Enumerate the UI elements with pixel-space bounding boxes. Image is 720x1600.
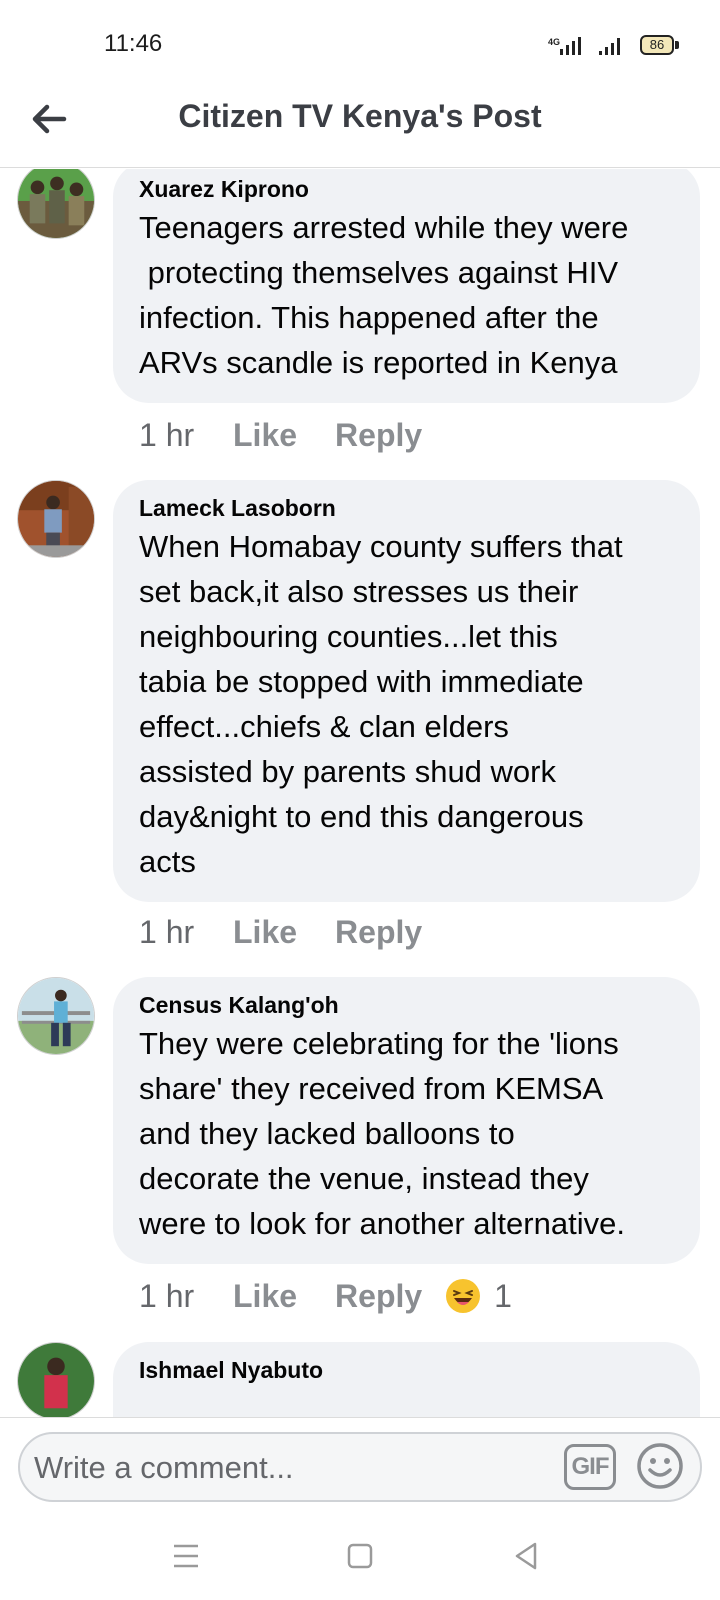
comment-actions: 1 hr Like Reply [139,415,460,455]
battery-level: 86 [649,37,665,52]
reply-button[interactable]: Reply [335,914,422,951]
comment-composer-bar: GIF [0,1417,720,1512]
avatar[interactable] [17,169,95,239]
comment-bubble[interactable]: Xuarez Kiprono Teenagers arrested while … [113,169,700,403]
comment-text: When Homabay county suffers that set bac… [139,529,623,879]
comment-text: Teenagers arrested while they were prote… [139,210,629,380]
comment-author[interactable]: Census Kalang'oh [139,991,676,1019]
comment-time[interactable]: 1 hr [139,914,233,951]
comment-time[interactable]: 1 hr [139,417,233,454]
comment-composer: GIF [18,1432,702,1502]
signal-icon [599,38,620,55]
comment-actions: 1 hr Like Reply 1 [139,1276,512,1316]
laughing-emoji-icon [446,1279,481,1313]
comment-author[interactable]: Lameck Lasoborn [139,494,676,522]
status-bar: 11:46 4G 86 [0,0,720,90]
network-label: 4G [548,37,560,47]
comment-time[interactable]: 1 hr [139,1278,233,1315]
reaction-count: 1 [494,1277,512,1314]
reply-button[interactable]: Reply [335,417,422,454]
comment-author[interactable]: Ishmael Nyabuto [139,1356,676,1384]
comment-input[interactable] [34,1444,534,1492]
like-button[interactable]: Like [233,914,297,951]
status-time: 11:46 [104,30,163,57]
comment-bubble[interactable]: Census Kalang'oh They were celebrating f… [113,977,700,1264]
reaction-summary[interactable]: 1 [446,1278,512,1315]
header: Citizen TV Kenya's Post [0,90,720,168]
avatar[interactable] [17,1342,95,1417]
comment-bubble[interactable]: Lameck Lasoborn When Homabay county suff… [113,480,700,902]
comment-text: They were celebrating for the 'lions sha… [139,1026,625,1241]
square-icon[interactable] [340,1536,380,1576]
triangle-back-icon[interactable] [506,1536,546,1576]
like-button[interactable]: Like [233,417,297,454]
comment-author[interactable]: Xuarez Kiprono [139,175,676,203]
signal-4g-icon: 4G [548,37,581,55]
gif-button[interactable]: GIF [564,1444,616,1490]
like-button[interactable]: Like [233,1278,297,1315]
battery-icon: 86 [640,35,674,55]
system-nav-bar [0,1512,720,1600]
comment-bubble[interactable]: Ishmael Nyabuto [113,1342,700,1417]
comment-list[interactable]: Xuarez Kiprono Teenagers arrested while … [0,169,720,1417]
avatar[interactable] [17,480,95,558]
reply-button[interactable]: Reply [335,1278,422,1315]
page-title: Citizen TV Kenya's Post [178,98,542,134]
avatar[interactable] [17,977,95,1055]
smiley-icon[interactable] [634,1440,686,1492]
battery-tip [675,41,679,49]
menu-icon[interactable] [166,1536,206,1576]
comment-actions: 1 hr Like Reply [139,912,460,952]
